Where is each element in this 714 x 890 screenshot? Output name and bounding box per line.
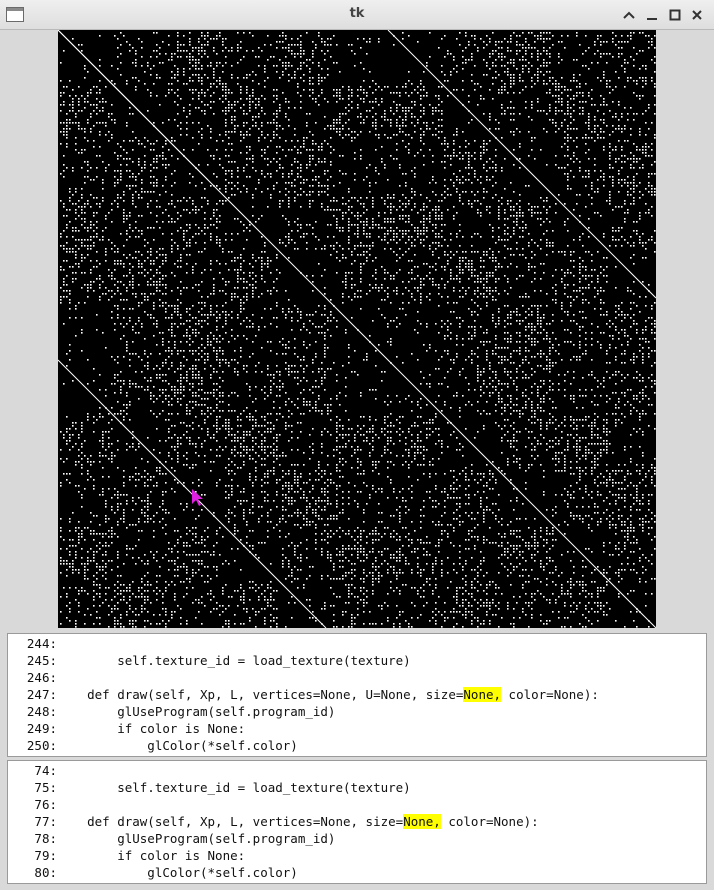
code-line: 74:: [8, 762, 706, 779]
line-number: 78:: [34, 831, 57, 846]
line-number: 245:: [26, 653, 57, 668]
search-highlight: None,: [463, 687, 502, 702]
code-text: def draw(self, Xp, L, vertices=None, siz…: [57, 814, 404, 829]
code-line: 78: glUseProgram(self.program_id): [8, 830, 706, 847]
line-number: 76:: [34, 797, 57, 812]
code-text: color=None):: [440, 814, 539, 829]
code-line: 244:: [8, 635, 706, 652]
diagonal-line: [58, 30, 209, 181]
code-line: 77: def draw(self, Xp, L, vertices=None,…: [8, 813, 706, 830]
search-highlight: None,: [403, 814, 441, 829]
code-text: color=None):: [501, 687, 599, 702]
code-pane-top[interactable]: 244: 245: self.texture_id = load_texture(…: [7, 633, 707, 757]
pixel-canvas[interactable]: [58, 30, 656, 628]
line-number: 80:: [34, 865, 57, 880]
pixel-image: [58, 30, 656, 628]
line-number: 247:: [26, 687, 57, 702]
close-icon[interactable]: [687, 5, 707, 25]
code-line: 247: def draw(self, Xp, L, vertices=None…: [8, 686, 706, 703]
code-text: glUseProgram(self.program_id): [57, 704, 336, 719]
line-number: 246:: [26, 670, 57, 685]
line-number: 248:: [26, 704, 57, 719]
code-line: 80: glColor(*self.color): [8, 864, 706, 881]
line-number: 244:: [26, 636, 57, 651]
code-line: 250: glColor(*self.color): [8, 737, 706, 754]
line-number: 79:: [34, 848, 57, 863]
maximize-icon[interactable]: [665, 5, 685, 25]
line-number: 75:: [34, 780, 57, 795]
chevron-up-icon[interactable]: [619, 5, 639, 25]
code-text: glUseProgram(self.program_id): [57, 831, 336, 846]
line-number: 249:: [26, 721, 57, 736]
line-number: 250:: [26, 738, 57, 753]
code-text: self.texture_id = load_texture(texture): [57, 653, 411, 668]
code-line: 246:: [8, 669, 706, 686]
code-pane-bottom[interactable]: 74: 75: self.texture_id = load_texture(te…: [7, 760, 707, 884]
code-text: glColor(*self.color): [57, 738, 298, 753]
code-line: 245: self.texture_id = load_texture(text…: [8, 652, 706, 669]
code-line: 76:: [8, 796, 706, 813]
title-bar: tk: [0, 0, 714, 30]
code-line: 75: self.texture_id = load_texture(textu…: [8, 779, 706, 796]
code-text: self.texture_id = load_texture(texture): [57, 780, 411, 795]
window-title: tk: [349, 6, 365, 21]
code-text: if color is None:: [57, 721, 246, 736]
diagonal-line: [387, 30, 656, 299]
code-view: 244: 245: self.texture_id = load_texture(…: [8, 634, 706, 754]
code-line: 79: if color is None:: [8, 847, 706, 864]
code-text: if color is None:: [57, 848, 246, 863]
line-number: 74:: [34, 763, 57, 778]
code-view: 74: 75: self.texture_id = load_texture(te…: [8, 761, 706, 881]
code-line: 249: if color is None:: [8, 720, 706, 737]
code-text: def draw(self, Xp, L, vertices=None, U=N…: [57, 687, 464, 702]
line-number: 77:: [34, 814, 57, 829]
minimize-icon[interactable]: [642, 5, 662, 25]
code-text: glColor(*self.color): [57, 865, 298, 880]
code-line: 248: glUseProgram(self.program_id): [8, 703, 706, 720]
